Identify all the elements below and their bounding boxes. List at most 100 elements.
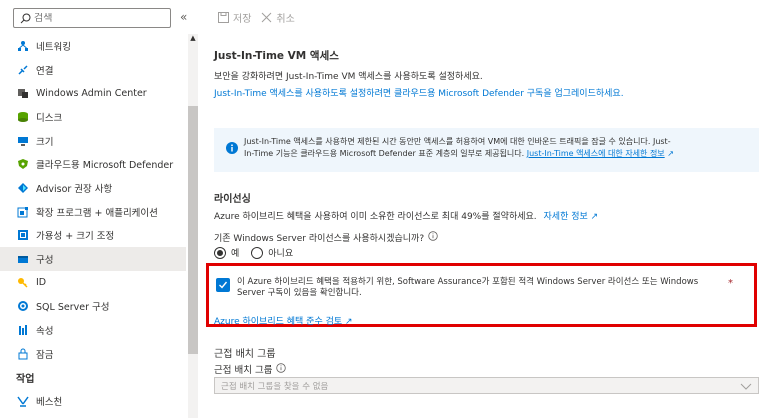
- sidebar-item-label: 클라우드용 Microsoft Defender: [36, 160, 174, 172]
- sidebar-scroll-thumb[interactable]: [188, 106, 198, 354]
- search-icon: [19, 12, 31, 24]
- license-radio-group: 예 아니요: [214, 246, 305, 259]
- sidebar-item-label: 네트워킹: [36, 41, 71, 53]
- configuration-icon: [16, 252, 30, 266]
- sidebar-item-label: 크기: [36, 136, 54, 148]
- licensing-description: Azure 하이브리드 혜택을 사용하여 이미 소유한 라이선스로 최대 49%…: [214, 212, 537, 222]
- availability-icon: [16, 228, 30, 242]
- sidebar-item-properties[interactable]: 속성: [0, 318, 186, 342]
- toolbar: 저장 취소: [218, 10, 305, 25]
- sidebar-item-size[interactable]: 크기: [0, 129, 186, 153]
- sidebar-item-label: 가용성 + 크기 조정: [36, 231, 115, 243]
- sidebar-item-label: 베스천: [36, 397, 63, 409]
- jit-title: Just-In-Time VM 액세스: [214, 50, 339, 62]
- radio-no[interactable]: 아니요: [251, 246, 293, 259]
- search-box[interactable]: [13, 8, 171, 28]
- disk-icon: [16, 110, 30, 124]
- external-link-icon: ↗: [590, 212, 599, 222]
- info-circle-icon[interactable]: [428, 231, 438, 244]
- external-link-icon: ↗: [667, 149, 674, 158]
- jit-upgrade-link[interactable]: Just-In-Time 액세스를 사용하도록 설정하려면 클라우드용 Micr…: [214, 86, 624, 99]
- radio-no-label: 아니요: [268, 249, 294, 259]
- sidebar-nav: 네트워킹 연결 Windows Admin Center 디스크 크기 클라우드…: [0, 34, 186, 413]
- info-circle-icon[interactable]: [276, 362, 287, 376]
- proximity-dropdown-placeholder: 근접 배치 그룹을 찾을 수 없음: [221, 381, 329, 392]
- radio-yes-button[interactable]: [214, 246, 226, 259]
- sidebar: « 네트워킹 연결 Windows Admin Center 디스크 크기 클라…: [0, 0, 200, 418]
- properties-icon: [16, 323, 30, 337]
- licensing-learn-more-link[interactable]: 자세한 정보: [544, 212, 588, 222]
- search-input[interactable]: [34, 12, 164, 24]
- radio-yes[interactable]: 예: [214, 246, 239, 259]
- bastion-icon: [16, 394, 30, 408]
- radio-yes-label: 예: [231, 249, 240, 259]
- hybrid-benefit-confirmation: 이 Azure 하이브리드 혜택을 적용하기 위한, Software Assu…: [206, 263, 757, 327]
- jit-info-line2: In-Time 기능은 클라우드용 Microsoft Defender 표준 …: [244, 149, 525, 158]
- sidebar-item-label: Windows Admin Center: [36, 87, 147, 99]
- sidebar-item-label: SQL Server 구성: [36, 302, 110, 314]
- license-question: 기존 Windows Server 라이선스를 사용하시겠습니까?: [214, 231, 438, 244]
- advisor-icon: [16, 181, 30, 195]
- sidebar-item-identity[interactable]: ID: [0, 271, 186, 295]
- jit-info-line1: Just-In-Time 액세스를 사용하면 제한된 시간 동안만 액세스를 허…: [244, 137, 671, 146]
- sidebar-section-title: 작업: [16, 374, 35, 386]
- cancel-label: 취소: [276, 14, 295, 25]
- sidebar-item-label: Advisor 권장 사항: [36, 183, 113, 195]
- sidebar-item-label: 구성: [36, 255, 54, 267]
- proximity-title: 근접 배치 그룹: [214, 349, 276, 360]
- collapse-sidebar-button[interactable]: «: [180, 10, 187, 24]
- sidebar-item-label: 연결: [36, 65, 54, 77]
- sidebar-item-availability[interactable]: 가용성 + 크기 조정: [0, 224, 186, 248]
- licensing-description-row: Azure 하이브리드 혜택을 사용하여 이미 소유한 라이선스로 최대 49%…: [214, 209, 598, 222]
- sidebar-item-extensions[interactable]: 확장 프로그램 + 애플리케이션: [0, 200, 186, 224]
- proximity-label-row: 근접 배치 그룹: [214, 362, 287, 376]
- required-marker: *: [728, 278, 733, 289]
- identity-key-icon: [16, 276, 30, 290]
- lock-icon: [16, 347, 30, 361]
- size-icon: [16, 134, 30, 148]
- sidebar-item-label: 디스크: [36, 112, 63, 124]
- defender-shield-icon: [16, 157, 30, 171]
- sidebar-item-label: 확장 프로그램 + 애플리케이션: [36, 207, 158, 219]
- connect-icon: [16, 63, 30, 77]
- save-button[interactable]: 저장: [218, 10, 251, 25]
- sidebar-item-locks[interactable]: 잠금: [0, 342, 186, 366]
- hybrid-benefit-confirm-text: 이 Azure 하이브리드 혜택을 적용하기 위한, Software Assu…: [237, 277, 699, 298]
- sidebar-item-disks[interactable]: 디스크: [0, 105, 186, 129]
- info-icon: [226, 142, 238, 154]
- windows-admin-center-icon: [16, 86, 30, 100]
- sql-server-icon: [16, 299, 30, 313]
- sidebar-item-networking[interactable]: 네트워킹: [0, 34, 186, 58]
- proximity-group-dropdown[interactable]: 근접 배치 그룹을 찾을 수 없음: [214, 377, 759, 394]
- radio-no-button[interactable]: [251, 246, 264, 259]
- sidebar-item-sql-server[interactable]: SQL Server 구성: [0, 295, 186, 319]
- proximity-label: 근접 배치 그룹: [214, 365, 273, 376]
- hybrid-benefit-compliance-link[interactable]: Azure 하이브리드 혜택 준수 검토 ↗: [214, 314, 353, 327]
- chevron-down-icon: [740, 381, 752, 394]
- license-question-label: 기존 Windows Server 라이선스를 사용하시겠습니까?: [214, 234, 425, 244]
- extensions-icon: [16, 205, 30, 219]
- sidebar-item-defender[interactable]: 클라우드용 Microsoft Defender: [0, 152, 186, 176]
- hybrid-benefit-checkbox[interactable]: [216, 278, 230, 292]
- jit-description: 보안을 강화하려면 Just-In-Time VM 액세스를 사용하도록 설정하…: [214, 72, 483, 82]
- sidebar-item-windows-admin-center[interactable]: Windows Admin Center: [0, 81, 186, 105]
- jit-info-text: Just-In-Time 액세스를 사용하면 제한된 시간 동안만 액세스를 허…: [244, 136, 674, 172]
- save-label: 저장: [233, 14, 252, 25]
- sidebar-item-label: 속성: [36, 326, 54, 338]
- scroll-up-arrow-icon[interactable]: ▲: [188, 34, 198, 44]
- jit-info-box: Just-In-Time 액세스를 사용하면 제한된 시간 동안만 액세스를 허…: [214, 128, 759, 172]
- sidebar-item-label: 잠금: [36, 349, 54, 361]
- sidebar-item-advisor[interactable]: Advisor 권장 사항: [0, 176, 186, 200]
- sidebar-item-configuration[interactable]: 구성: [0, 247, 186, 271]
- networking-icon: [16, 39, 30, 53]
- sidebar-item-label: ID: [36, 277, 47, 289]
- save-icon: [218, 12, 229, 23]
- jit-learn-more-link[interactable]: Just-In-Time 액세스에 대한 자세한 정보: [527, 149, 665, 158]
- close-icon: [262, 12, 272, 23]
- sidebar-item-connect[interactable]: 연결: [0, 58, 186, 82]
- external-link-icon: ↗: [345, 317, 353, 327]
- compliance-link-label[interactable]: Azure 하이브리드 혜택 준수 검토: [214, 317, 342, 327]
- cancel-button[interactable]: 취소: [261, 10, 295, 25]
- sidebar-item-bastion[interactable]: 베스천: [0, 390, 186, 414]
- checkmark-icon: [219, 281, 228, 289]
